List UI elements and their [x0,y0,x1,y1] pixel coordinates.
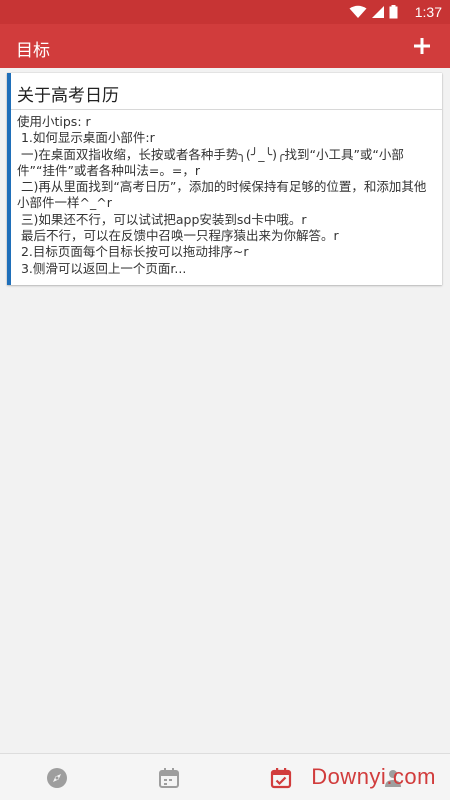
status-icons [349,5,398,19]
goal-card-body: 使用小tips: r 1.如何显示桌面小部件:r 一)在桌面双指收缩，长按或者各… [17,114,427,276]
compass-icon [47,768,67,788]
wifi-icon [349,5,367,18]
goal-card-title: 关于高考日历 [17,86,119,106]
status-time: 1:37 [414,4,442,20]
page-title: 目标 [16,41,50,61]
battery-icon [389,5,398,19]
goal-list: 关于高考日历 使用小tips: r 1.如何显示桌面小部件:r 一)在桌面双指收… [0,68,450,754]
nav-goals[interactable] [269,766,293,790]
app-bar: 目标 [0,24,450,68]
card-divider [11,109,442,110]
nav-discover[interactable] [45,766,69,790]
add-goal-button[interactable] [408,32,436,60]
calendar-check-icon [270,768,292,789]
watermark: Downyi.com [311,764,436,789]
goal-card[interactable]: 关于高考日历 使用小tips: r 1.如何显示桌面小部件:r 一)在桌面双指收… [7,73,442,285]
signal-icon [372,6,384,18]
status-bar: 1:37 [0,0,450,24]
bottom-navigation: Downyi.com [0,753,450,800]
calendar-icon [159,768,179,788]
plus-icon [414,38,430,54]
nav-calendar[interactable] [157,766,181,790]
